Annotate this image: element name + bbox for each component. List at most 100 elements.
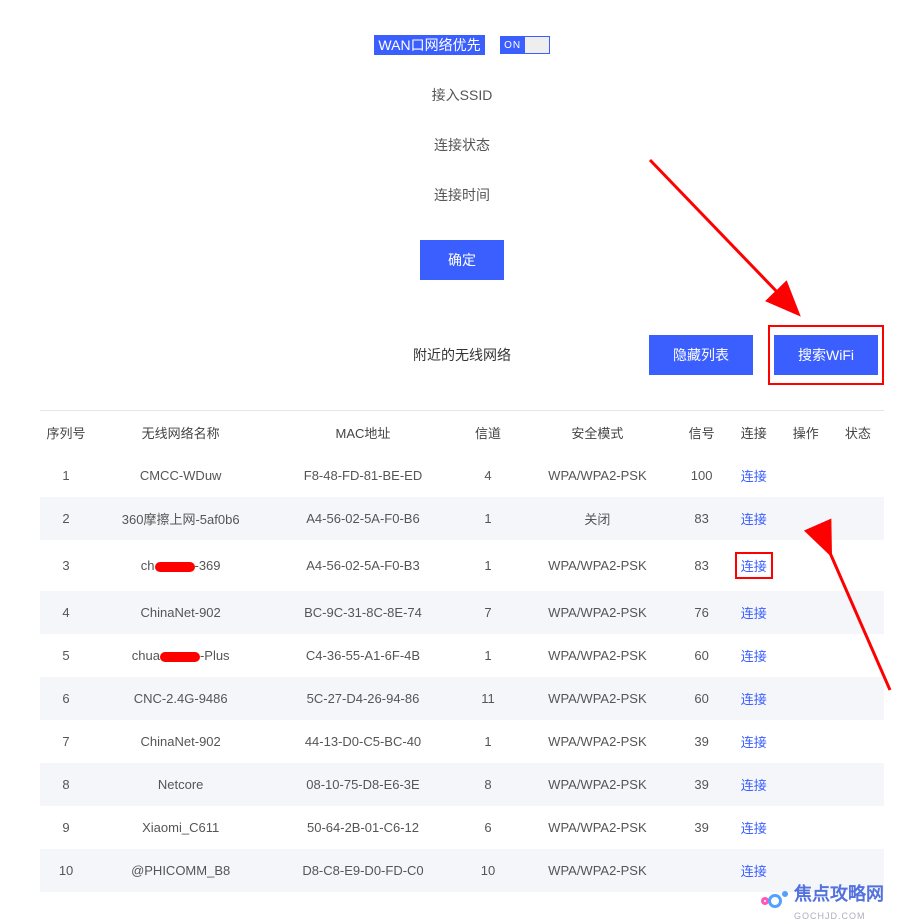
connect-link[interactable]: 连接: [741, 469, 767, 484]
cell-signal: 60: [676, 677, 728, 720]
cell-index: 8: [40, 763, 92, 806]
connect-link[interactable]: 连接: [741, 649, 767, 664]
hide-list-button[interactable]: 隐藏列表: [649, 335, 753, 375]
cell-security: WPA/WPA2-PSK: [519, 720, 675, 763]
cell-channel: 10: [457, 849, 520, 892]
cell-index: 1: [40, 454, 92, 497]
th-mac: MAC地址: [269, 411, 457, 454]
cell-operate: [780, 497, 832, 540]
cell-connect: 连接: [728, 454, 780, 497]
cell-mac: BC-9C-31-8C-8E-74: [269, 591, 457, 634]
connect-link[interactable]: 连接: [741, 606, 767, 621]
table-row: 10@PHICOMM_B8D8-C8-E9-D0-FD-C010WPA/WPA2…: [40, 849, 884, 892]
cell-connect: 连接: [728, 677, 780, 720]
confirm-button[interactable]: 确定: [420, 240, 504, 280]
cell-security: WPA/WPA2-PSK: [519, 634, 675, 677]
wan-priority-toggle[interactable]: ON: [500, 36, 550, 54]
toggle-off-side: [525, 37, 549, 53]
cell-channel: 1: [457, 634, 520, 677]
th-security: 安全模式: [519, 411, 675, 454]
cell-status: [832, 720, 884, 763]
table-row: 4ChinaNet-902BC-9C-31-8C-8E-747WPA/WPA2-…: [40, 591, 884, 634]
cell-status: [832, 806, 884, 849]
cell-signal: [676, 849, 728, 892]
th-channel: 信道: [457, 411, 520, 454]
connect-link[interactable]: 连接: [741, 512, 767, 527]
cell-security: WPA/WPA2-PSK: [519, 763, 675, 806]
cell-operate: [780, 720, 832, 763]
cell-index: 2: [40, 497, 92, 540]
cell-name: ChinaNet-902: [92, 720, 269, 763]
connect-link[interactable]: 连接: [741, 864, 767, 879]
connect-link[interactable]: 连接: [741, 735, 767, 750]
wifi-table: 序列号 无线网络名称 MAC地址 信道 安全模式 信号 连接 操作 状态 1CM…: [40, 411, 884, 892]
redaction-mark: [155, 562, 195, 572]
cell-signal: 83: [676, 497, 728, 540]
cell-operate: [780, 454, 832, 497]
cell-name: 360摩擦上网-5af0b6: [92, 497, 269, 540]
cell-index: 6: [40, 677, 92, 720]
connect-link[interactable]: 连接: [741, 821, 767, 836]
cell-signal: 39: [676, 763, 728, 806]
th-index: 序列号: [40, 411, 92, 454]
table-row: 3ch-369A4-56-02-5A-F0-B31WPA/WPA2-PSK83连…: [40, 540, 884, 591]
cell-security: 关闭: [519, 497, 675, 540]
cell-name: CMCC-WDuw: [92, 454, 269, 497]
redaction-mark: [160, 652, 200, 662]
cell-channel: 7: [457, 591, 520, 634]
cell-channel: 11: [457, 677, 520, 720]
cell-connect: 连接: [728, 591, 780, 634]
cell-channel: 4: [457, 454, 520, 497]
conn-time-label: 连接时间: [412, 185, 512, 205]
th-connect: 连接: [728, 411, 780, 454]
connect-link[interactable]: 连接: [741, 692, 767, 707]
cell-name: ChinaNet-902: [92, 591, 269, 634]
cell-mac: C4-36-55-A1-6F-4B: [269, 634, 457, 677]
connect-link[interactable]: 连接: [741, 559, 767, 574]
cell-status: [832, 677, 884, 720]
cell-status: [832, 540, 884, 591]
cell-signal: 83: [676, 540, 728, 591]
connect-annotation-box: 连接: [735, 552, 773, 579]
table-row: 9Xiaomi_C61150-64-2B-01-C6-126WPA/WPA2-P…: [40, 806, 884, 849]
cell-status: [832, 497, 884, 540]
cell-index: 5: [40, 634, 92, 677]
watermark: 焦点攻略网 GOCHJD.COM: [761, 880, 884, 922]
th-name: 无线网络名称: [92, 411, 269, 454]
cell-mac: F8-48-FD-81-BE-ED: [269, 454, 457, 497]
wan-priority-label: WAN口网络优先: [374, 35, 484, 55]
cell-operate: [780, 806, 832, 849]
cell-operate: [780, 634, 832, 677]
cell-signal: 39: [676, 720, 728, 763]
th-signal: 信号: [676, 411, 728, 454]
connect-link[interactable]: 连接: [741, 778, 767, 793]
cell-name: Xiaomi_C611: [92, 806, 269, 849]
cell-status: [832, 634, 884, 677]
cell-status: [832, 454, 884, 497]
cell-name: chua-Plus: [92, 634, 269, 677]
th-status: 状态: [832, 411, 884, 454]
th-operate: 操作: [780, 411, 832, 454]
cell-mac: 08-10-75-D8-E6-3E: [269, 763, 457, 806]
cell-connect: 连接: [728, 763, 780, 806]
ssid-label: 接入SSID: [412, 85, 512, 105]
cell-connect: 连接: [728, 497, 780, 540]
watermark-main: 焦点攻略网: [794, 884, 884, 904]
toggle-on-text: ON: [501, 37, 525, 53]
conn-status-label: 连接状态: [412, 135, 512, 155]
table-row: 1CMCC-WDuwF8-48-FD-81-BE-ED4WPA/WPA2-PSK…: [40, 454, 884, 497]
cell-operate: [780, 763, 832, 806]
cell-connect: 连接: [728, 720, 780, 763]
nearby-networks-title: 附近的无线网络: [413, 345, 511, 365]
search-wifi-button[interactable]: 搜索WiFi: [774, 335, 878, 375]
cell-security: WPA/WPA2-PSK: [519, 540, 675, 591]
cell-signal: 100: [676, 454, 728, 497]
watermark-sub: GOCHJD.COM: [794, 911, 866, 921]
cell-security: WPA/WPA2-PSK: [519, 849, 675, 892]
cell-name: ch-369: [92, 540, 269, 591]
cell-signal: 76: [676, 591, 728, 634]
cell-operate: [780, 540, 832, 591]
cell-channel: 6: [457, 806, 520, 849]
cell-status: [832, 763, 884, 806]
cell-index: 9: [40, 806, 92, 849]
